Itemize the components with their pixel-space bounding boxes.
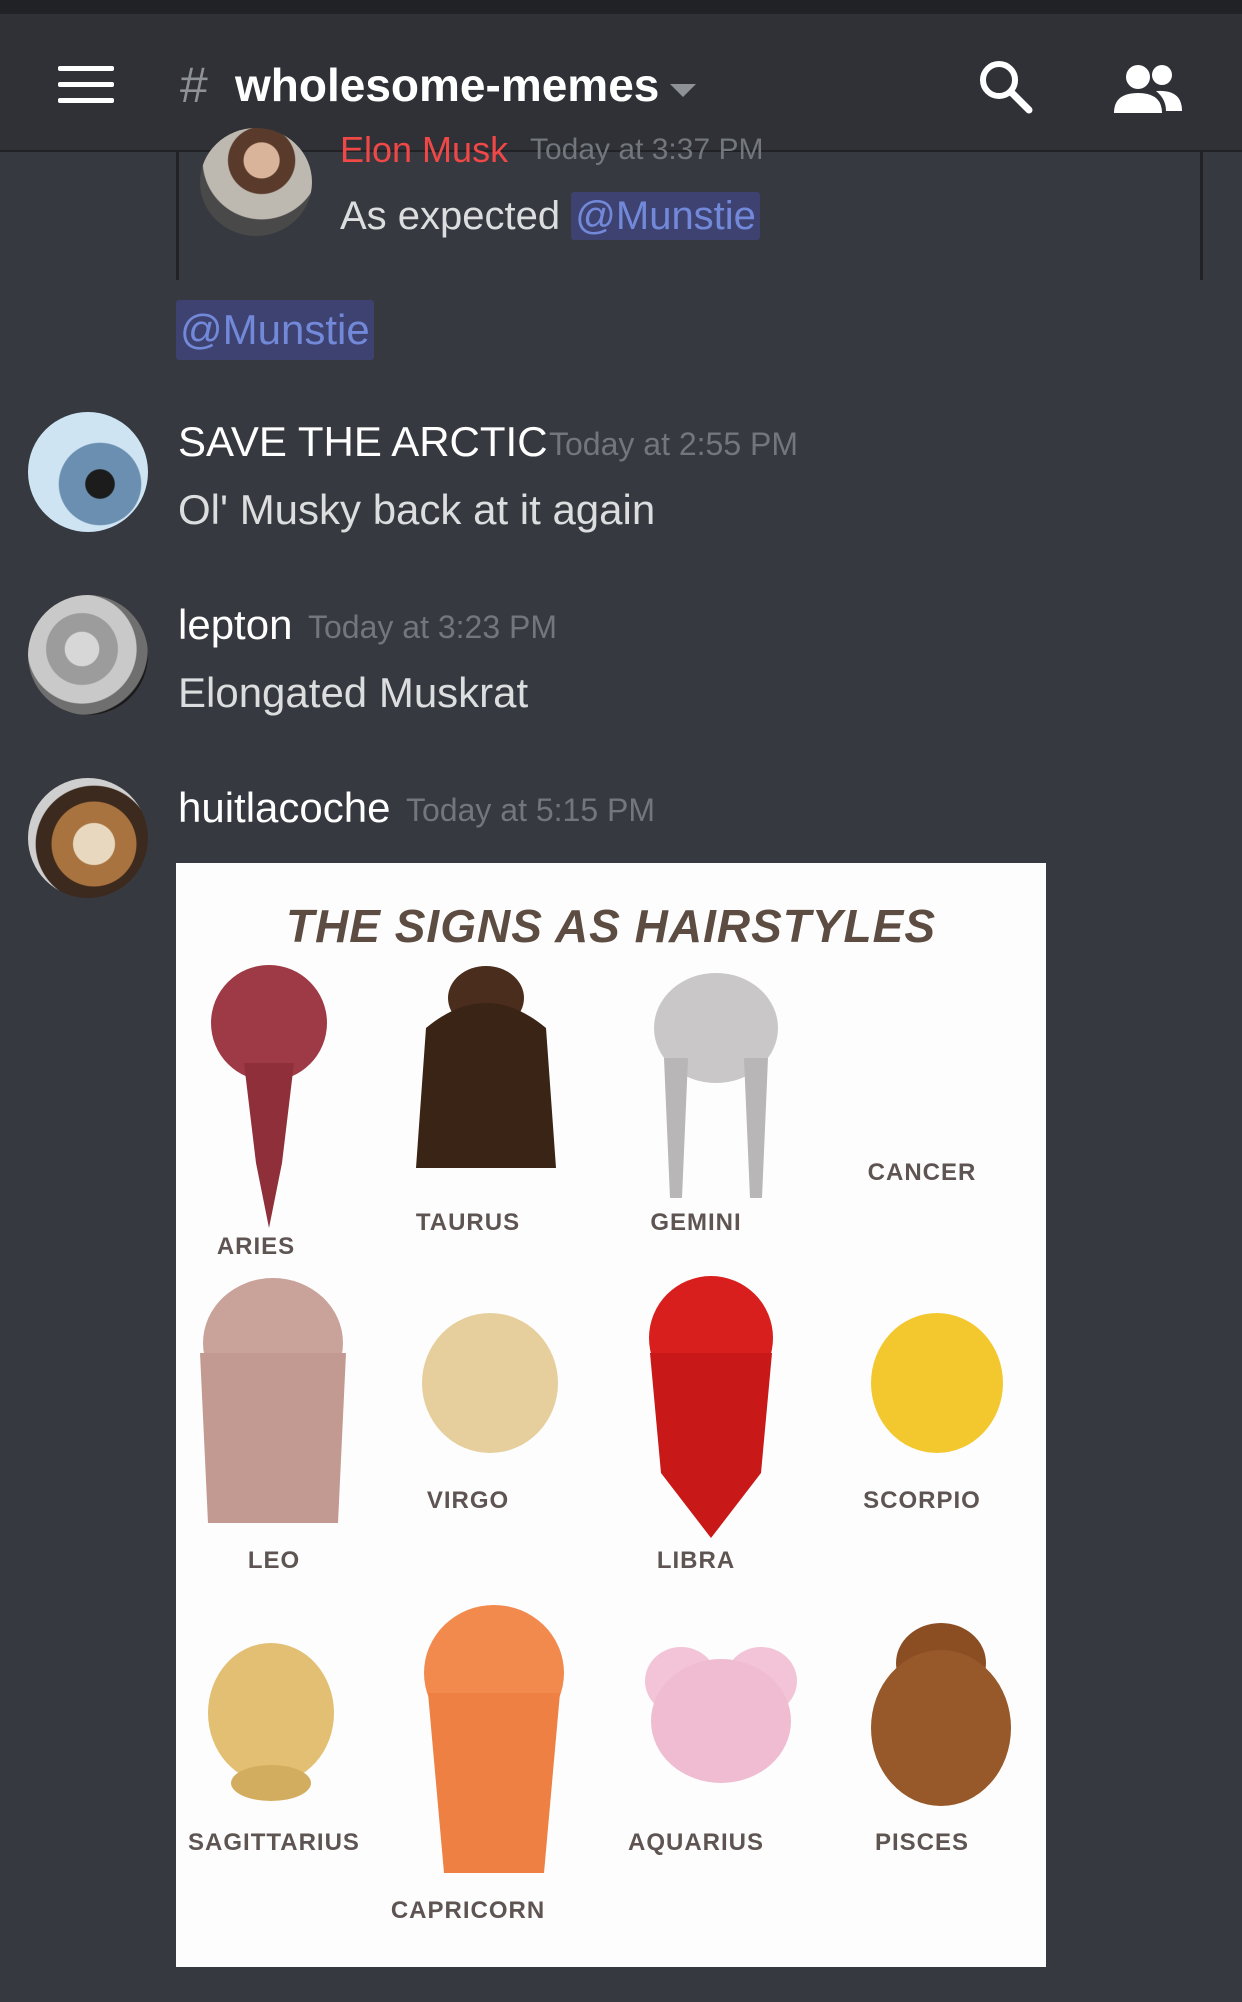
scorpio-hair-image xyxy=(871,1313,1003,1453)
message-timestamp: Today at 3:23 PM xyxy=(308,609,558,645)
message-author[interactable]: lepton xyxy=(178,601,292,649)
sign-label: LIBRA xyxy=(656,1547,736,1574)
capricorn-hair-image xyxy=(424,1605,564,1873)
channel-title[interactable]: wholesome-memes xyxy=(235,58,659,112)
message-author[interactable]: SAVE THE ARCTIC xyxy=(178,418,548,466)
reply-border-left xyxy=(176,152,179,280)
meme-title: THE SIGNS AS HAIRSTYLES xyxy=(285,900,937,952)
message-author[interactable]: huitlacoche xyxy=(178,784,390,832)
sign-label: CAPRICORN xyxy=(390,1897,546,1924)
sign-label: ARIES xyxy=(216,1233,296,1260)
reply-timestamp: Today at 3:37 PM xyxy=(530,136,764,166)
sagittarius-hair-image xyxy=(208,1643,334,1801)
aquarius-hair-image xyxy=(645,1647,797,1783)
reply-text: As expected @Munstie xyxy=(340,192,760,240)
image-attachment[interactable]: THE SIGNS AS HAIRSTYLES ARIES TAURUS GEM… xyxy=(176,863,1046,1967)
leo-hair-image xyxy=(200,1278,346,1523)
message-timestamp: Today at 2:55 PM xyxy=(549,426,799,462)
reply-author[interactable]: Elon Musk xyxy=(340,136,508,170)
avatar[interactable] xyxy=(28,778,148,898)
reply-avatar[interactable] xyxy=(200,128,312,236)
channel-hash-icon: # xyxy=(180,57,208,113)
avatar[interactable] xyxy=(28,412,148,532)
reply-text-body: As expected xyxy=(340,194,561,238)
sign-label: PISCES xyxy=(874,1829,970,1856)
sign-label: LEO xyxy=(247,1547,301,1574)
gemini-hair-image xyxy=(654,973,778,1198)
sign-label: TAURUS xyxy=(415,1209,521,1236)
sign-label: CANCER xyxy=(867,1159,977,1186)
chevron-down-icon[interactable] xyxy=(670,84,696,97)
libra-hair-image xyxy=(649,1276,773,1538)
avatar[interactable] xyxy=(28,595,148,715)
reply-border-right xyxy=(1200,152,1203,280)
members-icon[interactable] xyxy=(1112,59,1184,119)
sign-label: GEMINI xyxy=(650,1209,742,1236)
aries-hair-image xyxy=(211,965,327,1228)
standalone-mention[interactable]: @Munstie xyxy=(176,300,374,360)
pisces-hair-image xyxy=(871,1623,1011,1806)
taurus-hair-image xyxy=(416,966,556,1168)
hamburger-menu-icon[interactable] xyxy=(58,66,114,106)
virgo-hair-image xyxy=(422,1313,558,1453)
message-text: Ol' Musky back at it again xyxy=(178,486,656,533)
message-timestamp: Today at 5:15 PM xyxy=(406,792,656,828)
mention-link[interactable]: @Munstie xyxy=(571,192,760,240)
sign-label: SAGITTARIUS xyxy=(188,1829,360,1856)
message-text: Elongated Muskrat xyxy=(178,669,529,716)
channel-header: # wholesome-memes xyxy=(0,14,1242,152)
sign-label: AQUARIUS xyxy=(627,1829,764,1856)
sign-label: VIRGO xyxy=(426,1487,510,1514)
search-icon[interactable] xyxy=(975,56,1035,116)
sign-label: SCORPIO xyxy=(863,1487,981,1514)
status-bar xyxy=(0,0,1242,14)
